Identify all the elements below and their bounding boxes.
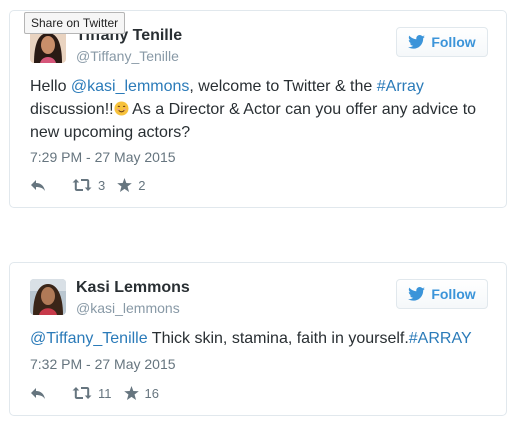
follow-label: Follow: [431, 286, 476, 302]
follow-button[interactable]: Follow: [396, 27, 488, 57]
follow-button[interactable]: Follow: [396, 279, 488, 309]
share-tooltip: Share on Twitter: [24, 12, 126, 34]
tweet-text: Hello @kasi_lemmons, welcome to Twitter …: [30, 75, 486, 144]
favorite-count: 16: [144, 385, 159, 401]
retweet-icon: [72, 178, 92, 192]
mention-link[interactable]: @kasi_lemmons: [71, 78, 190, 95]
text-segment: , welcome to Twitter & the: [189, 78, 377, 95]
favorite-count: 2: [138, 177, 146, 193]
smiling-face-emoji-icon: [114, 100, 129, 116]
reply-icon: [30, 179, 46, 191]
author-handle[interactable]: @kasi_lemmons: [76, 300, 180, 316]
text-segment: Hello: [30, 78, 71, 95]
star-icon: [123, 386, 139, 400]
retweet-count: 11: [98, 385, 112, 401]
tweet-actions: 11 16: [30, 384, 159, 402]
text-segment: Thick skin, stamina, faith in yourself.: [147, 330, 409, 347]
tweet-actions: 3 2: [30, 176, 145, 194]
reply-button[interactable]: [30, 179, 46, 191]
text-segment: discussion!!: [30, 101, 114, 118]
tweet-text: @Tiffany_Tenille Thick skin, stamina, fa…: [30, 327, 486, 350]
retweet-count: 3: [98, 177, 106, 193]
tweet-card: Tiffany Tenille @Tiffany_Tenille Follow …: [9, 10, 507, 208]
follow-label: Follow: [431, 34, 476, 50]
tweet-card: Kasi Lemmons @kasi_lemmons Follow @Tiffa…: [9, 262, 507, 416]
retweet-button[interactable]: 3: [72, 178, 105, 193]
retweet-button[interactable]: 11: [72, 386, 112, 401]
avatar[interactable]: [30, 279, 66, 315]
favorite-button[interactable]: 16: [123, 385, 159, 401]
author-name[interactable]: Kasi Lemmons: [76, 279, 190, 297]
retweet-icon: [72, 386, 92, 400]
reply-button[interactable]: [30, 387, 46, 399]
star-icon: [117, 178, 133, 192]
reply-icon: [30, 387, 46, 399]
author-handle[interactable]: @Tiffany_Tenille: [76, 48, 179, 64]
hashtag-link[interactable]: #ARRAY: [409, 330, 472, 347]
hashtag-link[interactable]: #Array: [377, 78, 424, 95]
twitter-bird-icon: [408, 35, 426, 49]
favorite-button[interactable]: 2: [117, 178, 145, 193]
twitter-bird-icon: [408, 287, 426, 301]
timestamp-link[interactable]: 7:29 PM - 27 May 2015: [30, 149, 176, 165]
timestamp-link[interactable]: 7:32 PM - 27 May 2015: [30, 356, 176, 372]
mention-link[interactable]: @Tiffany_Tenille: [30, 330, 148, 347]
